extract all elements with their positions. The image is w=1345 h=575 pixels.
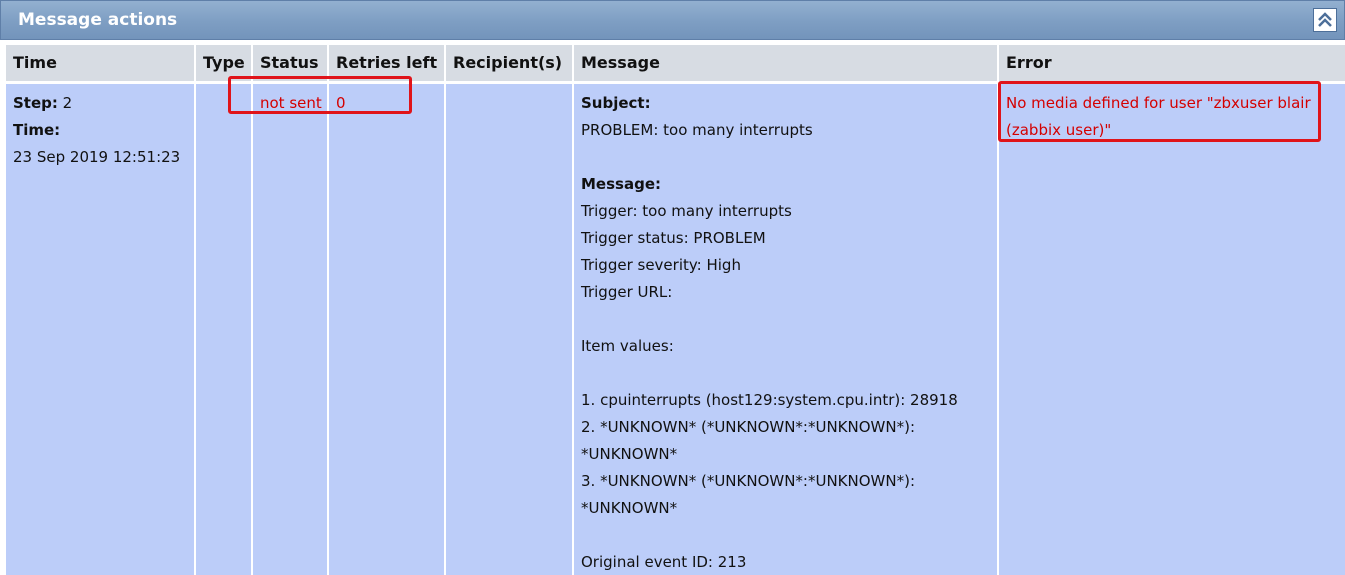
column-type: Type <box>196 40 251 575</box>
cell-status: not sent <box>253 84 327 575</box>
message-line: Original event ID: 213 <box>581 553 747 571</box>
collapse-button[interactable] <box>1313 8 1337 32</box>
message-line: 2. *UNKNOWN* (*UNKNOWN*:*UNKNOWN*): <box>581 418 916 436</box>
step-label: Step: <box>13 94 58 112</box>
panel-title: Message actions <box>18 10 178 30</box>
error-line: (zabbix user)" <box>1006 121 1112 139</box>
message-actions-table: Time Step: 2 Time: 23 Sep 2019 12:51:23 … <box>0 40 1345 575</box>
subject-label: Subject: <box>581 94 651 112</box>
time-value: 23 Sep 2019 12:51:23 <box>13 148 181 166</box>
cell-message: Subject: PROBLEM: too many interrupts Me… <box>574 84 997 575</box>
message-line <box>581 360 997 387</box>
cell-time: Step: 2 Time: 23 Sep 2019 12:51:23 <box>6 84 194 575</box>
column-header-message: Message <box>574 45 997 81</box>
double-chevron-up-icon <box>1318 12 1332 27</box>
step-value: 2 <box>62 94 73 112</box>
column-header-type: Type <box>196 45 251 81</box>
column-error: Error No media defined for user "zbxuser… <box>999 40 1345 575</box>
column-header-recipients: Recipient(s) <box>446 45 572 81</box>
cell-error: No media defined for user "zbxuser blair… <box>999 84 1345 575</box>
panel-header: Message actions <box>0 0 1345 40</box>
subject-text: PROBLEM: too many interrupts <box>581 121 813 139</box>
retries-value: 0 <box>336 94 346 112</box>
cell-retries: 0 <box>329 84 444 575</box>
column-status: Status not sent <box>253 40 327 575</box>
column-recipients: Recipient(s) <box>446 40 572 575</box>
column-retries: Retries left 0 <box>329 40 444 575</box>
status-value: not sent <box>260 94 322 112</box>
message-line: *UNKNOWN* <box>581 499 678 517</box>
message-line: Item values: <box>581 337 674 355</box>
cell-type <box>196 84 251 575</box>
column-header-status: Status <box>253 45 327 81</box>
column-message: Message Subject: PROBLEM: too many inter… <box>574 40 997 575</box>
time-label: Time: <box>13 121 61 139</box>
message-line: *UNKNOWN* <box>581 445 678 463</box>
column-header-error: Error <box>999 45 1345 81</box>
error-line: No media defined for user "zbxuser blair <box>1006 94 1311 112</box>
message-line: Trigger URL: <box>581 283 673 301</box>
message-line: Trigger: too many interrupts <box>581 202 792 220</box>
column-header-time: Time <box>6 45 194 81</box>
column-header-retries: Retries left <box>329 45 444 81</box>
message-line: 3. *UNKNOWN* (*UNKNOWN*:*UNKNOWN*): <box>581 472 916 490</box>
message-line <box>581 522 997 549</box>
cell-recipients <box>446 84 572 575</box>
message-line <box>581 306 997 333</box>
column-time: Time Step: 2 Time: 23 Sep 2019 12:51:23 <box>6 40 194 575</box>
message-line: Trigger severity: High <box>581 256 741 274</box>
message-line: 1. cpuinterrupts (host129:system.cpu.int… <box>581 391 958 409</box>
message-line: Trigger status: PROBLEM <box>581 229 766 247</box>
message-label: Message: <box>581 175 661 193</box>
